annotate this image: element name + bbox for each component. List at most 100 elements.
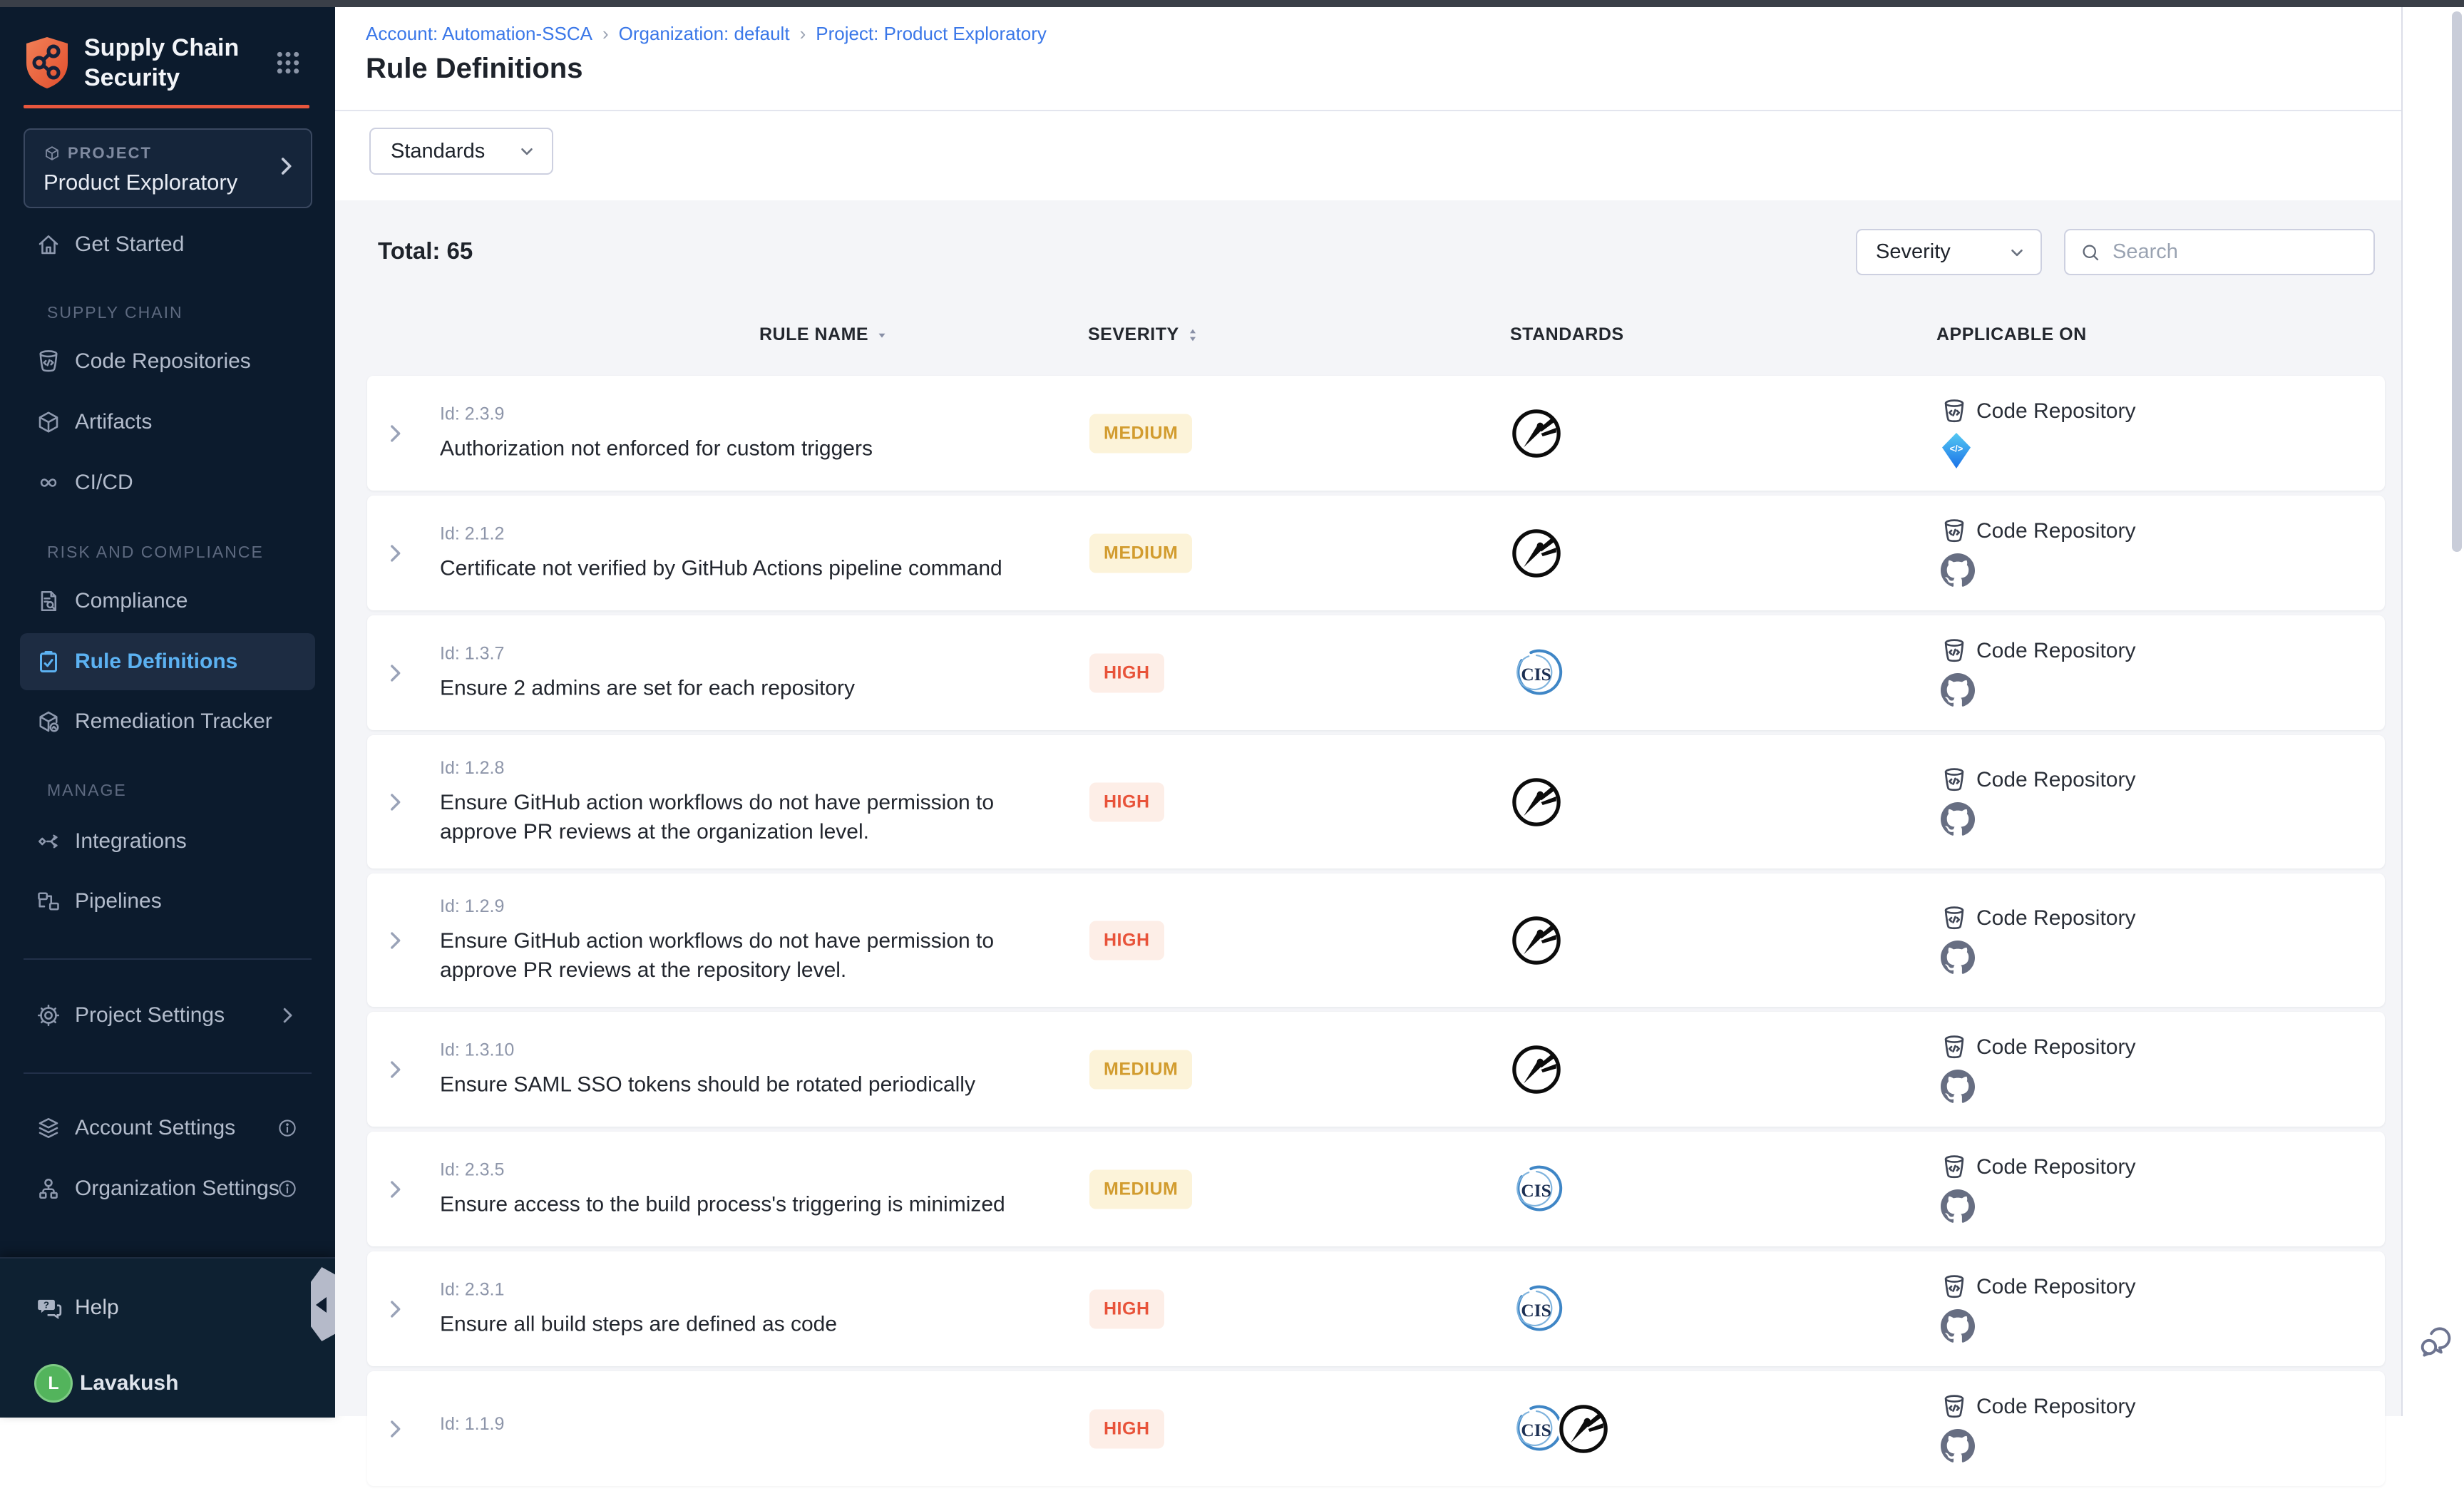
severity-badge: HIGH — [1089, 1289, 1164, 1328]
table-row[interactable]: Id: 2.1.2Certificate not verified by Git… — [367, 496, 2385, 610]
severity-filter-dropdown[interactable]: Severity — [1856, 229, 2042, 275]
row-expand-chevron-icon[interactable] — [383, 1057, 407, 1082]
rule-name: Authorization not enforced for custom tr… — [440, 434, 873, 463]
column-header-rule-name[interactable]: RULE NAME — [759, 324, 888, 345]
table-header-row: RULE NAME SEVERITY STANDARDS APPLICABLE … — [335, 324, 2401, 362]
chat-widget-icon[interactable] — [2417, 1323, 2453, 1359]
sidebar-item-account-settings[interactable]: Account Settings — [0, 1100, 335, 1157]
sidebar-item-label: Code Repositories — [75, 349, 251, 374]
cis-standard-icon: CIS — [1510, 647, 1563, 700]
integrations-icon — [36, 829, 61, 854]
sidebar-item-compliance[interactable]: Compliance — [0, 573, 335, 630]
row-expand-chevron-icon[interactable] — [383, 1177, 407, 1201]
sidebar-item-label: Compliance — [75, 589, 188, 613]
user-name: Lavakush — [80, 1371, 178, 1395]
sidebar-collapse-handle[interactable] — [311, 1267, 335, 1341]
row-expand-chevron-icon[interactable] — [383, 661, 407, 685]
severity-badge: MEDIUM — [1089, 1169, 1192, 1209]
chevron-down-icon — [518, 142, 536, 160]
sidebar-item-help[interactable]: ? Help — [0, 1283, 335, 1333]
standards-cell: CIS — [1510, 1403, 1604, 1455]
column-header-severity[interactable]: SEVERITY — [1088, 324, 1199, 345]
standards-cell — [1510, 1043, 1557, 1096]
svg-text:</>: </> — [1950, 443, 1963, 454]
sidebar-divider — [24, 958, 312, 960]
rule-name: Ensure access to the build process's tri… — [440, 1189, 1005, 1219]
sidebar-item-remediation-tracker[interactable]: Remediation Tracker — [0, 693, 335, 750]
applicable-on-cell: Code Repository — [1941, 905, 2135, 976]
sort-both-icon[interactable] — [1186, 328, 1199, 342]
sidebar-item-get-started[interactable]: Get Started — [0, 216, 335, 273]
svg-text:CIS: CIS — [1521, 1300, 1551, 1321]
table-row[interactable]: Id: 1.3.7Ensure 2 admins are set for eac… — [367, 615, 2385, 730]
breadcrumb-separator-icon: › — [602, 23, 609, 45]
code-repository-icon — [1941, 1154, 1968, 1181]
code-repo-icon — [36, 349, 61, 374]
breadcrumb-separator-icon: › — [800, 23, 806, 45]
help-label: Help — [75, 1296, 119, 1320]
standards-dropdown[interactable]: Standards — [369, 128, 553, 175]
severity-badge: HIGH — [1089, 921, 1164, 960]
sidebar-item-code-repositories[interactable]: Code Repositories — [0, 333, 335, 390]
table-row[interactable]: Id: 1.1.9HIGHCISCode Repository — [367, 1371, 2385, 1486]
column-header-applicable-on: APPLICABLE ON — [1936, 324, 2087, 345]
sidebar-item-organization-settings[interactable]: Organization Settings — [0, 1160, 335, 1217]
rule-id: Id: 1.2.9 — [440, 896, 1067, 917]
severity-badge: HIGH — [1089, 782, 1164, 821]
sidebar-item-ci-cd[interactable]: CI/CD — [0, 454, 335, 511]
row-expand-chevron-icon[interactable] — [383, 1297, 407, 1321]
sidebar-section-supply-chain: SUPPLY CHAIN — [47, 298, 318, 327]
scrollbar-thumb[interactable] — [2452, 11, 2462, 552]
breadcrumb-link[interactable]: Project: Product Exploratory — [816, 23, 1047, 45]
row-expand-chevron-icon[interactable] — [383, 1417, 407, 1441]
owasp-standard-icon — [1510, 776, 1563, 829]
harness-code-icon: </> — [1941, 432, 1972, 469]
total-count: Total: 65 — [378, 237, 473, 265]
rule-name: Ensure GitHub action workflows do not ha… — [440, 788, 1067, 846]
sidebar-item-artifacts[interactable]: Artifacts — [0, 394, 335, 451]
row-expand-chevron-icon[interactable] — [383, 790, 407, 814]
standards-cell: CIS — [1510, 1283, 1557, 1336]
table-row[interactable]: Id: 1.2.8Ensure GitHub action workflows … — [367, 735, 2385, 869]
rules-table-body: Id: 2.3.9Authorization not enforced for … — [367, 376, 2385, 1491]
info-icon[interactable] — [277, 1178, 298, 1199]
applicable-on-label: Code Repository — [1976, 768, 2135, 792]
table-row[interactable]: Id: 2.3.5Ensure access to the build proc… — [367, 1132, 2385, 1246]
row-expand-chevron-icon[interactable] — [383, 421, 407, 446]
breadcrumb-link[interactable]: Account: Automation-SSCA — [366, 23, 592, 45]
module-grid-icon[interactable] — [274, 48, 302, 77]
owasp-standard-icon — [1510, 407, 1563, 460]
applicable-on-cell: Code Repository — [1941, 1034, 2135, 1105]
rule-id: Id: 1.1.9 — [440, 1414, 504, 1435]
table-row[interactable]: Id: 1.3.10Ensure SAML SSO tokens should … — [367, 1012, 2385, 1127]
chevron-down-icon — [2008, 243, 2026, 262]
row-expand-chevron-icon[interactable] — [383, 541, 407, 565]
sidebar-user[interactable]: L Lavakush — [0, 1358, 335, 1408]
sidebar-item-rule-definitions[interactable]: Rule Definitions — [20, 633, 315, 690]
clipboard-check-icon — [36, 649, 61, 675]
code-repository-icon — [1941, 1034, 1968, 1061]
applicable-on-label: Code Repository — [1976, 1155, 2135, 1179]
collapse-arrow-icon — [316, 1297, 327, 1313]
svg-text:?: ? — [43, 1300, 49, 1311]
sort-desc-icon[interactable] — [876, 329, 888, 342]
sidebar-item-pipelines[interactable]: Pipelines — [0, 873, 335, 930]
home-icon — [36, 232, 61, 257]
standards-cell — [1510, 407, 1557, 460]
search-input[interactable] — [2111, 240, 2359, 265]
sidebar-section-risk-and-compliance: RISK AND COMPLIANCE — [47, 538, 318, 566]
applicable-on-cell: Code Repository — [1941, 1154, 2135, 1225]
table-row[interactable]: Id: 1.2.9Ensure GitHub action workflows … — [367, 873, 2385, 1007]
applicable-on-label: Code Repository — [1976, 399, 2135, 424]
sidebar-item-project-settings[interactable]: Project Settings — [0, 987, 335, 1044]
search-field[interactable] — [2064, 229, 2375, 275]
sidebar-item-integrations[interactable]: Integrations — [0, 813, 335, 870]
sidebar-item-label: Organization Settings — [75, 1177, 279, 1201]
project-selector[interactable]: PROJECT Product Exploratory — [24, 128, 312, 208]
table-row[interactable]: Id: 2.3.9Authorization not enforced for … — [367, 376, 2385, 491]
table-row[interactable]: Id: 2.3.1Ensure all build steps are defi… — [367, 1251, 2385, 1366]
project-name: Product Exploratory — [43, 170, 237, 195]
breadcrumb-link[interactable]: Organization: default — [619, 23, 790, 45]
info-icon[interactable] — [277, 1117, 298, 1139]
row-expand-chevron-icon[interactable] — [383, 928, 407, 953]
